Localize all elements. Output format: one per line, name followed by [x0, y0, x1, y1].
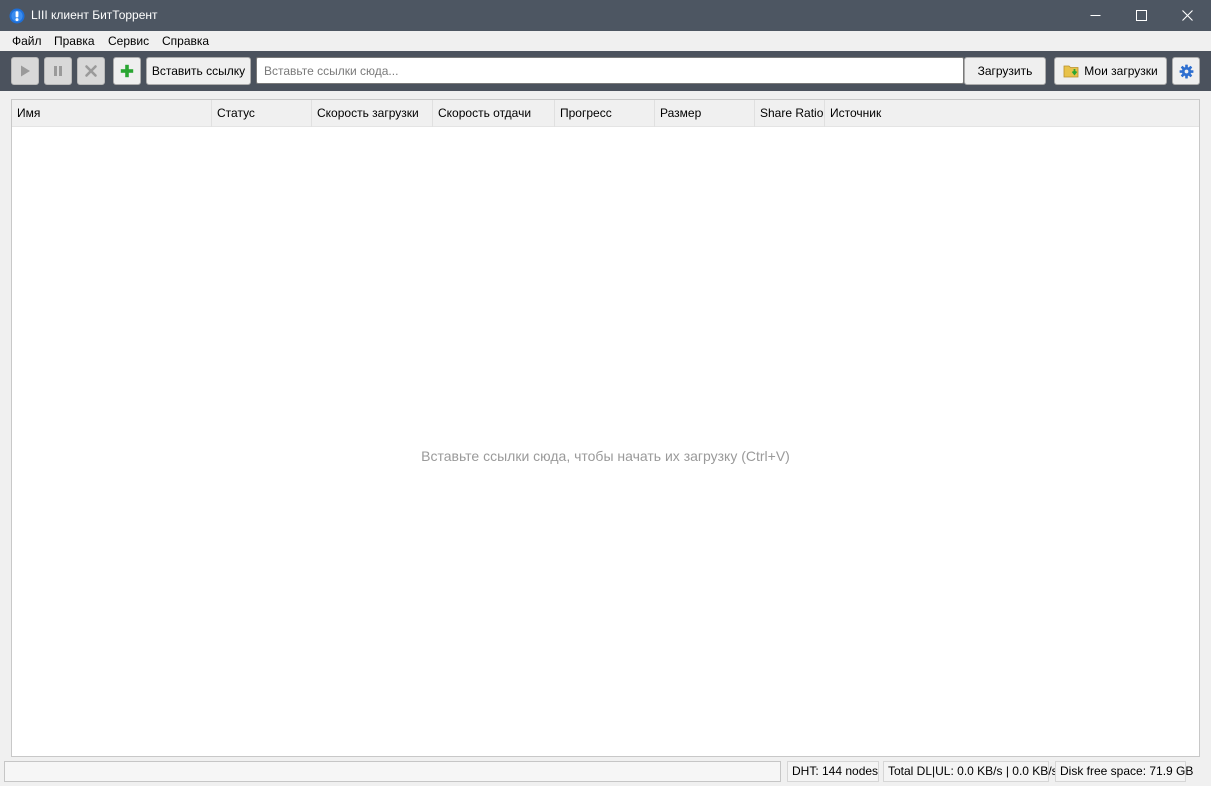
- remove-button[interactable]: [77, 57, 105, 85]
- x-icon: [85, 65, 97, 77]
- column-source[interactable]: Источник: [825, 100, 1199, 127]
- menu-bar: Файл Правка Сервис Справка: [0, 31, 1211, 51]
- minimize-button[interactable]: [1072, 0, 1118, 31]
- toolbar: Вставить ссылку Загрузить Мои загрузки: [0, 51, 1211, 91]
- pause-button[interactable]: [44, 57, 72, 85]
- add-torrent-button[interactable]: [113, 57, 141, 85]
- pause-icon: [54, 66, 62, 76]
- minimize-icon: [1090, 15, 1100, 16]
- app-logo-icon: [9, 8, 25, 24]
- column-size[interactable]: Размер: [655, 100, 755, 127]
- empty-list-hint: Вставьте ссылки сюда, чтобы начать их за…: [421, 448, 790, 464]
- column-name[interactable]: Имя: [12, 100, 212, 127]
- column-progress[interactable]: Прогресс: [555, 100, 655, 127]
- list-header: Имя Статус Скорость загрузки Скорость от…: [12, 100, 1199, 127]
- dht-status: DHT: 144 nodes: [787, 761, 879, 782]
- resume-button[interactable]: [11, 57, 39, 85]
- close-icon: [1181, 10, 1193, 21]
- download-button[interactable]: Загрузить: [964, 57, 1046, 85]
- maximize-icon: [1135, 10, 1147, 21]
- download-label: Загрузить: [977, 64, 1033, 78]
- column-share-ratio[interactable]: Share Ratio: [755, 100, 825, 127]
- disk-space-status: Disk free space: 71.9 GB: [1055, 761, 1193, 782]
- plus-icon: [120, 64, 134, 78]
- torrent-list[interactable]: Имя Статус Скорость загрузки Скорость от…: [11, 99, 1200, 757]
- maximize-button[interactable]: [1118, 0, 1164, 31]
- menu-help[interactable]: Справка: [162, 34, 209, 48]
- title-bar[interactable]: LIII клиент БитТоррент: [0, 0, 1211, 31]
- status-bar: DHT: 144 nodes Total DL|UL: 0.0 KB/s | 0…: [0, 759, 1211, 786]
- window-title: LIII клиент БитТоррент: [31, 8, 158, 22]
- transfer-rate-status: Total DL|UL: 0.0 KB/s | 0.0 KB/s: [883, 761, 1058, 782]
- column-status[interactable]: Статус: [212, 100, 312, 127]
- close-button[interactable]: [1164, 0, 1210, 31]
- paste-link-button[interactable]: Вставить ссылку: [146, 57, 251, 85]
- menu-edit[interactable]: Правка: [54, 34, 95, 48]
- settings-button[interactable]: [1172, 57, 1200, 85]
- paste-link-label: Вставить ссылку: [151, 64, 246, 78]
- play-icon: [21, 65, 30, 77]
- app-window: LIII клиент БитТоррент Файл Правка Серви…: [0, 0, 1211, 786]
- folder-download-icon: [1063, 65, 1079, 78]
- my-downloads-button[interactable]: Мои загрузки: [1054, 57, 1167, 85]
- column-upload-speed[interactable]: Скорость отдачи: [433, 100, 555, 127]
- my-downloads-label: Мои загрузки: [1084, 64, 1158, 78]
- status-progress-field: [4, 761, 781, 782]
- menu-service[interactable]: Сервис: [108, 34, 149, 48]
- url-input[interactable]: [256, 57, 964, 84]
- menu-file[interactable]: Файл: [12, 34, 42, 48]
- gear-icon: [1179, 64, 1193, 78]
- column-download-speed[interactable]: Скорость загрузки: [312, 100, 433, 127]
